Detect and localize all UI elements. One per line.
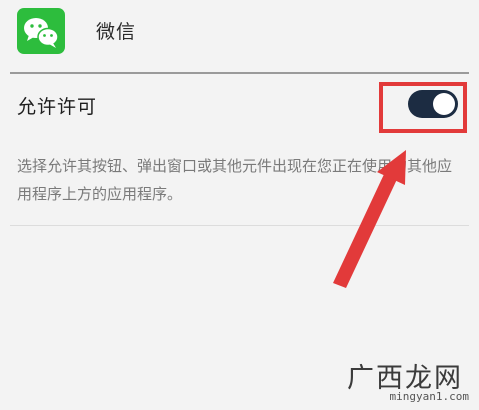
- watermark-url: mingyan1.com: [389, 390, 469, 403]
- highlight-box: [379, 82, 467, 133]
- permission-description: 选择允许其按钮、弹出窗口或其他元件出现在您正在使用的其他应用程序上方的应用程序。: [17, 157, 453, 203]
- permission-label: 允许许可: [17, 96, 98, 118]
- divider: [10, 225, 469, 226]
- wechat-icon: [17, 8, 65, 54]
- divider: [10, 72, 469, 74]
- watermark: 广西龙网 mingyan1.com: [346, 356, 471, 406]
- app-header: 微信: [0, 0, 479, 66]
- app-name: 微信: [96, 21, 137, 43]
